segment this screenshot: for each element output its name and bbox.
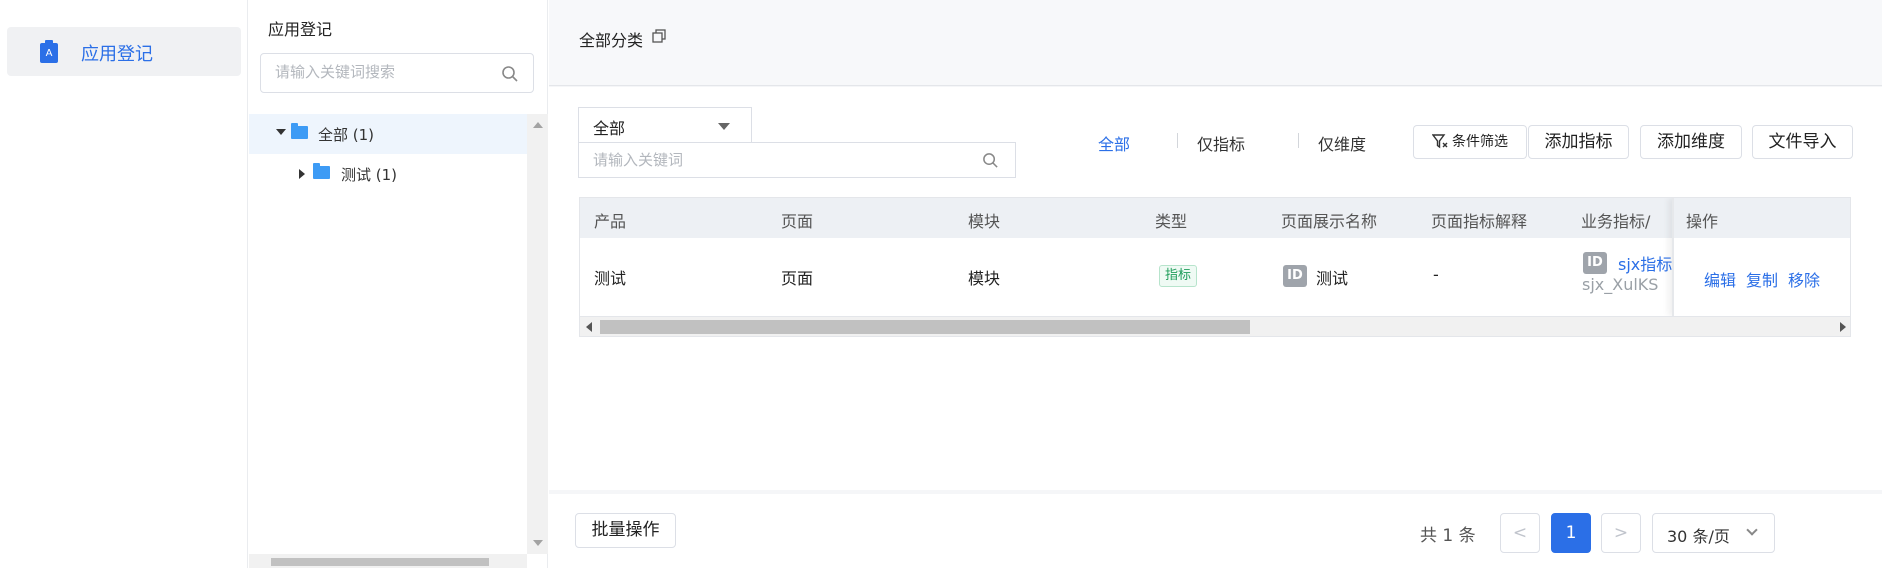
app-root: A 应用登记 应用登记 全部 (1) 测试 (1) xyxy=(0,0,1882,568)
condition-filter-label: 条件筛选 xyxy=(1452,134,1508,150)
edit-link[interactable]: 编辑 xyxy=(1704,267,1736,291)
col-business-metric: 业务指标/ xyxy=(1581,212,1651,231)
col-explanation: 页面指标解释 xyxy=(1431,212,1528,231)
prev-page-button[interactable]: < xyxy=(1500,513,1540,553)
business-metric-link[interactable]: sjx指标 xyxy=(1618,251,1672,275)
metrics-table: 产品 页面 模块 类型 页面展示名称 页面指标解释 业务指标/ 测试 页面 模块… xyxy=(579,197,1851,337)
id-badge-icon: ID xyxy=(1583,252,1607,274)
cell-display-name: 测试 xyxy=(1316,269,1349,288)
condition-filter-button[interactable]: 条件筛选 xyxy=(1413,125,1527,159)
app-register-icon: A xyxy=(40,40,58,63)
copy-icon[interactable] xyxy=(652,29,666,43)
scope-select[interactable]: 全部 xyxy=(578,107,752,142)
page-size-value: 30 条/页 xyxy=(1667,527,1730,546)
left-nav: A 应用登记 xyxy=(0,0,248,568)
search-icon[interactable] xyxy=(501,65,519,83)
file-import-button[interactable]: 文件导入 xyxy=(1752,125,1853,159)
tree-search-input[interactable] xyxy=(275,63,495,81)
scroll-down-arrow-icon[interactable] xyxy=(533,540,543,546)
pagination-footer: 批量操作 共 1 条 < 1 > 30 条/页 xyxy=(549,494,1882,568)
folder-open-icon xyxy=(291,123,308,139)
tab-all[interactable]: 全部 xyxy=(1098,131,1130,155)
tab-divider xyxy=(1298,133,1299,148)
col-page: 页面 xyxy=(781,212,814,231)
caret-down-icon[interactable] xyxy=(276,129,286,135)
tab-divider xyxy=(1177,133,1178,148)
content-panel: 全部 全部 仅指标 仅维度 xyxy=(549,87,1882,490)
col-display-name: 页面展示名称 xyxy=(1281,212,1378,231)
col-type: 类型 xyxy=(1155,212,1188,231)
tree-horizontal-scrollbar[interactable] xyxy=(249,554,527,568)
next-page-button[interactable]: > xyxy=(1601,513,1641,553)
tree-list: 全部 (1) 测试 (1) xyxy=(249,114,527,554)
keyword-search-input[interactable] xyxy=(593,151,953,169)
col-product: 产品 xyxy=(594,212,627,231)
top-bar: 全部分类 xyxy=(549,0,1882,86)
scroll-right-arrow-icon[interactable] xyxy=(1840,322,1846,332)
dropdown-arrow-icon xyxy=(718,123,730,130)
batch-operations-button[interactable]: 批量操作 xyxy=(575,513,676,548)
cell-page: 页面 xyxy=(781,269,814,288)
chevron-down-icon xyxy=(1746,524,1758,536)
operations-header: 操作 xyxy=(1674,198,1850,238)
scroll-left-arrow-icon[interactable] xyxy=(586,322,592,332)
page-size-select[interactable]: 30 条/页 xyxy=(1652,513,1775,553)
category-tree-panel: 应用登记 全部 (1) 测试 (1) xyxy=(249,0,548,568)
filter-icon xyxy=(1432,133,1448,148)
tree-node-all[interactable]: 全部 (1) xyxy=(249,114,527,154)
remove-link[interactable]: 移除 xyxy=(1788,267,1820,291)
keyword-search-box xyxy=(578,142,1016,178)
tree-node-label: 全部 (1) xyxy=(318,126,375,144)
add-metric-button[interactable]: 添加指标 xyxy=(1528,125,1629,159)
tree-panel-title: 应用登记 xyxy=(268,20,333,39)
type-tag: 指标 xyxy=(1159,265,1198,287)
table-header: 产品 页面 模块 类型 页面展示名称 页面指标解释 业务指标/ xyxy=(580,198,1850,238)
table-horizontal-scrollbar[interactable] xyxy=(580,316,1850,336)
cell-explanation: - xyxy=(1433,265,1439,284)
main-area: 全部分类 全部 全部 仅指标 xyxy=(549,0,1882,568)
cell-product: 测试 xyxy=(594,269,627,288)
tab-dimensions-only[interactable]: 仅维度 xyxy=(1318,131,1366,155)
tree-vertical-scrollbar[interactable] xyxy=(527,114,548,554)
tree-node-label: 测试 (1) xyxy=(341,166,398,184)
total-count: 共 1 条 xyxy=(1420,526,1476,546)
search-icon[interactable] xyxy=(982,152,999,169)
col-module: 模块 xyxy=(968,212,1001,231)
id-badge-icon: ID xyxy=(1283,265,1307,287)
caret-right-icon[interactable] xyxy=(299,169,305,179)
cell-module: 模块 xyxy=(968,269,1001,288)
col-operations: 操作 xyxy=(1686,212,1719,231)
add-dimension-button[interactable]: 添加维度 xyxy=(1640,125,1742,159)
tree-node-test[interactable]: 测试 (1) xyxy=(249,154,527,194)
table-row[interactable]: 测试 页面 模块 指标 ID 测试 - ID sjx指标 sjx_XulKS xyxy=(580,238,1850,316)
tree-search-box xyxy=(260,53,534,93)
breadcrumb: 全部分类 xyxy=(579,31,644,50)
scope-select-value: 全部 xyxy=(593,119,626,138)
duplicate-link[interactable]: 复制 xyxy=(1746,267,1778,291)
operations-column: 操作 编辑 复制 移除 xyxy=(1672,198,1850,316)
scroll-up-arrow-icon[interactable] xyxy=(533,122,543,128)
page-1-button[interactable]: 1 xyxy=(1551,513,1591,553)
folder-icon xyxy=(313,163,330,179)
nav-item-app-register[interactable]: A 应用登记 xyxy=(7,27,241,76)
scrollbar-thumb[interactable] xyxy=(271,558,489,566)
scrollbar-thumb[interactable] xyxy=(600,320,1250,334)
business-metric-code: sjx_XulKS xyxy=(1582,275,1659,294)
nav-item-label: 应用登记 xyxy=(81,44,153,65)
tab-metrics-only[interactable]: 仅指标 xyxy=(1197,131,1245,155)
